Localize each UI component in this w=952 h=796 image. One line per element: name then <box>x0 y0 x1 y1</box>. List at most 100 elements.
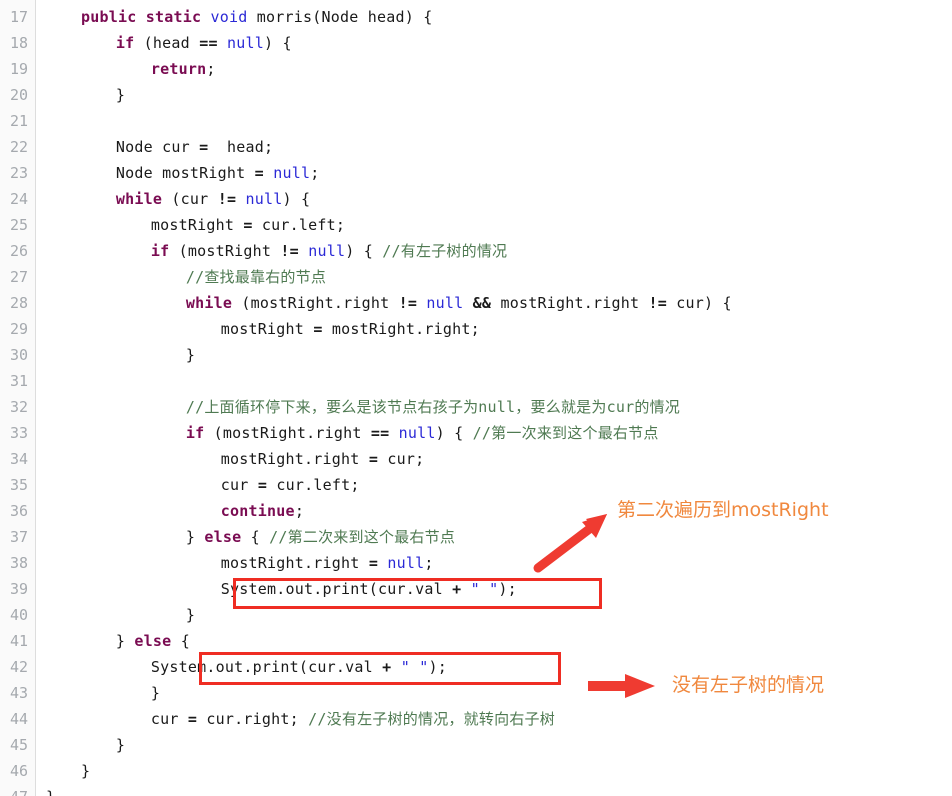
code-line-34[interactable]: 34 mostRight.right = cur; <box>0 446 952 472</box>
token-plain: cur.right; <box>197 710 309 728</box>
token-kw: continue <box>220 502 295 520</box>
line-number: 40 <box>9 606 28 624</box>
token-lit: null <box>426 294 464 312</box>
token-cmt: //上面循环停下来，要么是该节点右孩子为null，要么就是为cur的情况 <box>185 398 681 416</box>
code-line-26[interactable]: 26 if (mostRight != null) { //有左子树的情况 <box>0 238 952 264</box>
code-line-30[interactable]: 30} <box>0 342 952 368</box>
code-text: if (mostRight != null) { //有左子树的情况 <box>151 238 507 264</box>
code-line-19[interactable]: 19 return; <box>0 56 952 82</box>
code-line-28[interactable]: 28 while (mostRight.right != null && most… <box>0 290 952 316</box>
token-plain: } <box>185 346 196 364</box>
line-number: 24 <box>9 190 28 208</box>
code-line-25[interactable]: 25 mostRight = cur.left; <box>0 212 952 238</box>
line-number: 21 <box>9 112 28 130</box>
code-text: mostRight.right = cur; <box>221 446 425 472</box>
token-plain: { <box>171 632 190 650</box>
token-plain: cur <box>150 710 188 728</box>
code-editor-area[interactable]: 17 public static void morris(Node head) {… <box>0 0 952 796</box>
code-text: } else { //第二次来到这个最右节点 <box>186 524 455 550</box>
code-line-21[interactable]: 21 <box>0 108 952 134</box>
code-text: } <box>116 82 125 108</box>
code-line-42[interactable]: 42 System.out.print(cur.val + " "); <box>0 654 952 680</box>
token-plain: Node cur <box>115 138 200 156</box>
code-line-46[interactable]: 46} <box>0 758 952 784</box>
token-kw: else <box>204 528 242 546</box>
token-plain: ) { <box>435 424 473 442</box>
token-kw: public static <box>80 8 202 26</box>
code-line-37[interactable]: 37} else { //第二次来到这个最右节点 <box>0 524 952 550</box>
token-op: = <box>368 554 379 572</box>
token-lit: null <box>273 164 311 182</box>
token-cmt: //第一次来到这个最右节点 <box>472 424 659 442</box>
code-line-39[interactable]: 39 System.out.print(cur.val + " "); <box>0 576 952 602</box>
line-number: 27 <box>9 268 28 286</box>
code-line-45[interactable]: 45} <box>0 732 952 758</box>
token-kw: if <box>150 242 170 260</box>
code-line-20[interactable]: 20} <box>0 82 952 108</box>
code-text: while (mostRight.right != null && mostRi… <box>186 290 732 316</box>
token-op: = <box>243 216 253 234</box>
code-line-35[interactable]: 35 cur = cur.left; <box>0 472 952 498</box>
token-kw: else <box>134 632 172 650</box>
token-plain: mostRight.right <box>220 554 369 572</box>
token-plain: cur) { <box>666 294 732 312</box>
code-line-31[interactable]: 31 <box>0 368 952 394</box>
token-plain: cur.left; <box>267 476 360 494</box>
code-line-22[interactable]: 22 Node cur = head; <box>0 134 952 160</box>
token-lit: null <box>245 190 283 208</box>
token-plain: } <box>115 736 126 754</box>
token-type: void <box>210 8 248 26</box>
token-plain: } <box>115 86 126 104</box>
token-kw: if <box>185 424 205 442</box>
token-op: != <box>648 294 667 312</box>
code-line-18[interactable]: 18 if (head == null) { <box>0 30 952 56</box>
code-line-17[interactable]: 17 public static void morris(Node head) { <box>0 4 952 30</box>
token-op: + <box>452 580 462 598</box>
line-number: 46 <box>9 762 28 780</box>
code-line-44[interactable]: 44 cur = cur.right; //没有左子树的情况，就转向右子树 <box>0 706 952 732</box>
token-plain: } <box>115 632 135 650</box>
token-op: = <box>313 320 323 338</box>
line-number: 18 <box>9 34 28 52</box>
line-number: 29 <box>9 320 28 338</box>
code-line-43[interactable]: 43} <box>0 680 952 706</box>
token-op: = <box>187 710 198 728</box>
code-text: if (mostRight.right == null) { //第一次来到这个… <box>186 420 659 446</box>
code-line-29[interactable]: 29 mostRight = mostRight.right; <box>0 316 952 342</box>
code-line-41[interactable]: 41} else { <box>0 628 952 654</box>
token-plain: mostRight <box>220 320 314 338</box>
code-text: } else { <box>116 628 190 654</box>
code-line-33[interactable]: 33 if (mostRight.right == null) { //第一次来到… <box>0 420 952 446</box>
code-text: mostRight.right = null; <box>221 550 434 576</box>
token-plain: ) { <box>282 190 311 208</box>
token-plain: (mostRight.right <box>204 424 371 442</box>
code-text: //查找最靠右的节点 <box>186 264 326 290</box>
code-text: } <box>81 758 90 784</box>
code-line-40[interactable]: 40} <box>0 602 952 628</box>
code-text: //上面循环停下来，要么是该节点右孩子为null，要么就是为cur的情况 <box>186 394 680 420</box>
code-line-23[interactable]: 23 Node mostRight = null; <box>0 160 952 186</box>
token-kw: if <box>115 34 135 52</box>
token-plain: ); <box>428 658 447 676</box>
code-line-47[interactable]: 47} <box>0 784 952 796</box>
line-number: 47 <box>0 784 28 796</box>
code-line-32[interactable]: 32 //上面循环停下来，要么是该节点右孩子为null，要么就是为cur的情况 <box>0 394 952 420</box>
token-kw: return <box>150 60 207 78</box>
line-number: 28 <box>9 294 28 312</box>
code-line-38[interactable]: 38 mostRight.right = null; <box>0 550 952 576</box>
code-text: } <box>151 680 160 706</box>
line-number: 32 <box>9 398 28 416</box>
code-text: Node mostRight = null; <box>116 160 320 186</box>
token-lit: null <box>308 242 346 260</box>
line-number: 20 <box>9 86 28 104</box>
code-line-27[interactable]: 27 //查找最靠右的节点 <box>0 264 952 290</box>
code-line-36[interactable]: 36 continue; <box>0 498 952 524</box>
code-line-24[interactable]: 24 while (cur != null) { <box>0 186 952 212</box>
